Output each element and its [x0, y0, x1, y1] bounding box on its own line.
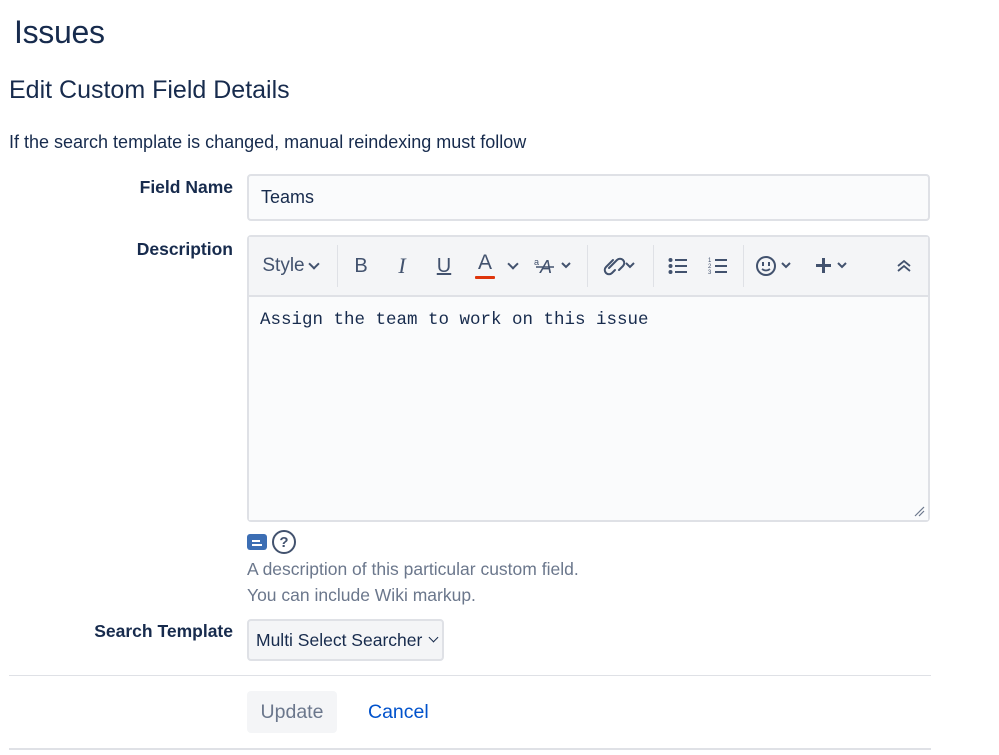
toolbar-separator — [337, 245, 338, 287]
bold-icon: B — [354, 254, 368, 277]
page-title: Issues — [14, 14, 105, 50]
description-help-text: A description of this particular custom … — [247, 556, 579, 608]
field-name-label: Field Name — [139, 177, 233, 197]
italic-button[interactable]: I — [388, 237, 416, 295]
collapse-toolbar-button[interactable] — [889, 237, 919, 295]
wiki-markup-icon[interactable] — [247, 534, 267, 550]
search-template-value: Multi Select Searcher — [256, 629, 423, 650]
text-effects-button[interactable]: a A — [533, 237, 575, 295]
toolbar-separator — [743, 245, 744, 287]
reindex-notice: If the search template is changed, manua… — [9, 132, 527, 152]
resize-handle-icon[interactable] — [913, 505, 925, 517]
collapse-toolbar-icon — [897, 259, 911, 272]
emoji-icon — [756, 256, 791, 276]
description-textarea[interactable]: Assign the team to work on this issue — [249, 297, 928, 520]
update-button[interactable]: Update — [247, 691, 337, 733]
text-color-icon: A — [477, 251, 492, 274]
link-button[interactable] — [597, 237, 639, 295]
description-help-icons: ? — [247, 530, 296, 554]
search-template-select[interactable]: Multi Select Searcher — [247, 619, 444, 661]
text-effects-icon: a A — [534, 257, 571, 277]
text-color-swatch — [475, 276, 495, 279]
field-name-input[interactable] — [247, 174, 930, 221]
insert-plus-icon — [816, 258, 847, 273]
link-icon — [603, 257, 635, 276]
chevron-down-icon — [507, 257, 519, 270]
chevron-down-icon — [428, 632, 439, 643]
help-icon-glyph: ? — [279, 533, 289, 551]
cancel-link[interactable]: Cancel — [368, 701, 429, 724]
numbered-list-icon: 1 2 3 — [708, 258, 727, 275]
italic-icon: I — [398, 253, 406, 278]
underline-button[interactable]: U — [430, 237, 458, 295]
description-label: Description — [136, 239, 233, 259]
chevron-down-icon — [307, 257, 320, 270]
bold-button[interactable]: B — [347, 237, 375, 295]
help-line-2: You can include Wiki markup. — [247, 585, 476, 605]
insert-more-button[interactable] — [811, 237, 853, 295]
numbered-list-button[interactable]: 1 2 3 — [703, 237, 733, 295]
toolbar-separator — [653, 245, 654, 287]
editor-toolbar: Style B I U A a A 1 2 3 — [249, 237, 928, 297]
bullet-list-icon — [668, 258, 687, 274]
style-dropdown[interactable]: Style — [257, 237, 323, 295]
search-template-label: Search Template — [94, 621, 233, 641]
bullet-list-button[interactable] — [663, 237, 693, 295]
svg-text:3: 3 — [708, 270, 712, 275]
svg-text:a: a — [534, 257, 539, 267]
divider — [9, 675, 931, 676]
text-color-button[interactable]: A — [471, 237, 499, 295]
toolbar-separator — [587, 245, 588, 287]
description-editor: Style B I U A a A 1 2 3 Assign the team … — [247, 235, 930, 522]
section-title: Edit Custom Field Details — [9, 76, 290, 104]
underline-icon: U — [436, 254, 452, 277]
help-line-1: A description of this particular custom … — [247, 559, 579, 579]
divider — [9, 748, 931, 750]
style-dropdown-label: Style — [262, 255, 305, 276]
emoji-button[interactable] — [753, 237, 795, 295]
text-color-dropdown[interactable] — [505, 237, 521, 295]
help-icon[interactable]: ? — [272, 530, 296, 554]
